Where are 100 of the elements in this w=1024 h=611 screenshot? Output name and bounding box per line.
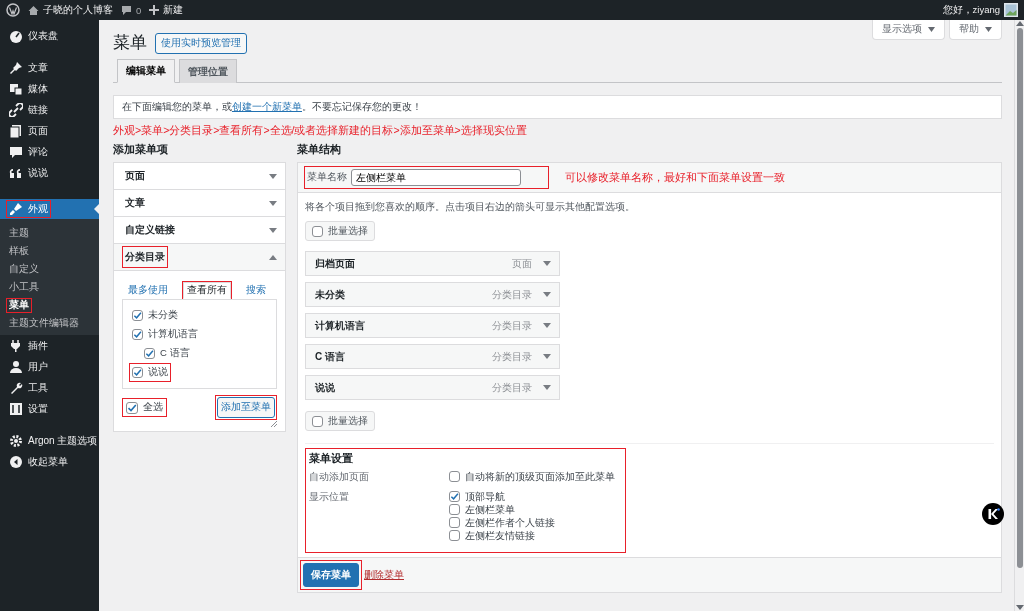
category-label: C 语言 — [160, 347, 190, 360]
checkbox[interactable] — [449, 491, 460, 502]
comment-icon[interactable] — [121, 4, 132, 16]
checkbox[interactable] — [144, 348, 155, 359]
menu-item[interactable]: Argon 主题选项 — [28, 433, 98, 448]
pin-icon[interactable] — [9, 60, 23, 75]
settings-heading: 菜单设置 — [309, 451, 354, 466]
scrollbar-thumb[interactable] — [1016, 28, 1023, 568]
checkbox[interactable] — [449, 471, 460, 482]
caret-down-icon[interactable] — [269, 200, 277, 206]
screen-meta-tab[interactable]: 帮助 — [949, 20, 1002, 40]
checkbox[interactable] — [132, 329, 143, 340]
user-icon[interactable] — [9, 359, 23, 374]
annotation-text: 可以修改菜单名称，最好和下面菜单设置一致 — [565, 170, 785, 185]
menu-item[interactable]: 用户 — [28, 359, 48, 374]
checkbox[interactable] — [312, 225, 323, 237]
plug-icon[interactable] — [9, 338, 23, 353]
option-label: 左侧栏作者个人链接 — [465, 516, 555, 529]
caret-down-icon[interactable] — [543, 261, 551, 266]
menu-item[interactable]: 设置 — [28, 401, 48, 416]
setting-label: 显示位置 — [309, 490, 350, 504]
caret-down-icon[interactable] — [543, 385, 551, 390]
tab[interactable]: 最多使用 — [125, 283, 171, 298]
menu-item[interactable]: 收起菜单 — [28, 454, 68, 469]
accordion-title[interactable]: 文章 — [125, 197, 145, 208]
wrench-icon[interactable] — [9, 380, 23, 395]
submenu-item[interactable]: 自定义 — [8, 262, 40, 276]
site-name-link[interactable]: 子晓的个人博客 — [43, 3, 113, 17]
menu-name-field[interactable]: 左侧栏菜单 — [351, 169, 521, 186]
accordion-header[interactable]: 分类目录 — [114, 244, 285, 271]
home-icon[interactable] — [28, 4, 39, 16]
checkbox[interactable] — [312, 415, 323, 427]
wordpress-logo-icon[interactable] — [6, 3, 20, 17]
save-menu-button[interactable]: 保存菜单 — [303, 563, 359, 587]
caret-down-icon[interactable] — [543, 323, 551, 328]
menu-item[interactable]: 说说 — [28, 165, 48, 180]
menu-item[interactable]: 媒体 — [28, 81, 48, 96]
menu-item-bar[interactable]: 说说 分类目录 — [305, 375, 560, 400]
menu-item-title: 计算机语言 — [315, 318, 366, 333]
accordion-header[interactable]: 页面 — [114, 163, 285, 190]
menu-item[interactable]: 文章 — [28, 60, 48, 75]
pages-icon[interactable] — [9, 123, 23, 138]
menu-item-bar[interactable]: C 语言 分类目录 — [305, 344, 560, 369]
caret-down-icon — [985, 27, 992, 32]
menu-item[interactable]: 页面 — [28, 123, 48, 138]
menu-item[interactable]: 工具 — [28, 380, 48, 395]
floating-widget-icon[interactable] — [982, 503, 1004, 525]
tab[interactable]: 管理位置 — [179, 59, 237, 83]
accordion-header[interactable]: 文章 — [114, 190, 285, 217]
create-menu-link[interactable]: 创建一个新菜单 — [232, 101, 302, 112]
menu-item[interactable]: 外观 — [28, 202, 48, 216]
submenu-item[interactable]: 菜单 — [8, 298, 30, 312]
checkbox[interactable] — [132, 367, 143, 378]
screen-meta-tab[interactable]: 显示选项 — [872, 20, 945, 40]
live-preview-button[interactable]: 使用实时预览管理 — [155, 33, 247, 54]
accordion-title[interactable]: 自定义链接 — [125, 224, 175, 235]
submenu-item[interactable]: 小工具 — [8, 280, 40, 294]
caret-down-icon[interactable] — [269, 227, 277, 233]
resize-handle-icon[interactable] — [271, 421, 277, 427]
menu-item-bar[interactable]: 未分类 分类目录 — [305, 282, 560, 307]
collapse-icon[interactable] — [9, 454, 23, 469]
tab[interactable]: 编辑菜单 — [117, 59, 175, 83]
add-to-menu-button[interactable]: 添加至菜单 — [217, 397, 275, 418]
link-icon[interactable] — [9, 102, 23, 117]
media-icon[interactable] — [9, 81, 23, 96]
menu-item-bar[interactable]: 归档页面 页面 — [305, 251, 560, 276]
greeting-link[interactable]: 您好，ziyang — [942, 3, 1000, 17]
checkbox[interactable] — [126, 401, 138, 414]
menu-item[interactable]: 链接 — [28, 102, 48, 117]
checkbox[interactable] — [449, 504, 460, 515]
checkbox[interactable] — [449, 530, 460, 541]
comment-count: 0 — [136, 4, 142, 16]
gear-icon[interactable] — [9, 433, 23, 448]
submenu-item[interactable]: 主题文件编辑器 — [8, 316, 80, 330]
caret-down-icon[interactable] — [543, 354, 551, 359]
menu-item-bar[interactable]: 计算机语言 分类目录 — [305, 313, 560, 338]
caret-down-icon[interactable] — [269, 173, 277, 179]
comment-icon[interactable] — [9, 144, 23, 159]
menu-item[interactable]: 仪表盘 — [28, 28, 58, 43]
tab[interactable]: 搜索 — [243, 283, 269, 298]
plus-icon[interactable] — [149, 5, 160, 15]
bulk-select-button[interactable]: 批量选择 — [305, 221, 375, 241]
accordion-title[interactable]: 分类目录 — [125, 251, 165, 262]
new-link[interactable]: 新建 — [163, 3, 184, 17]
delete-menu-link[interactable]: 删除菜单 — [364, 568, 404, 582]
scroll-down-icon[interactable] — [1015, 605, 1024, 611]
settings-icon[interactable] — [9, 401, 23, 416]
menu-item[interactable]: 评论 — [28, 144, 48, 159]
accordion-title[interactable]: 页面 — [125, 170, 145, 181]
submenu-item[interactable]: 主题 — [8, 226, 30, 240]
submenu-item[interactable]: 样板 — [8, 244, 30, 258]
menu-item[interactable]: 插件 — [28, 338, 48, 353]
brush-icon[interactable] — [9, 202, 23, 216]
tab[interactable]: 查看所有 — [183, 282, 231, 299]
checkbox[interactable] — [132, 310, 143, 321]
bulk-select-button[interactable]: 批量选择 — [305, 411, 375, 431]
caret-down-icon[interactable] — [543, 292, 551, 297]
dashboard-icon[interactable] — [9, 28, 23, 43]
caret-up-icon[interactable] — [269, 254, 277, 260]
checkbox[interactable] — [449, 517, 460, 528]
